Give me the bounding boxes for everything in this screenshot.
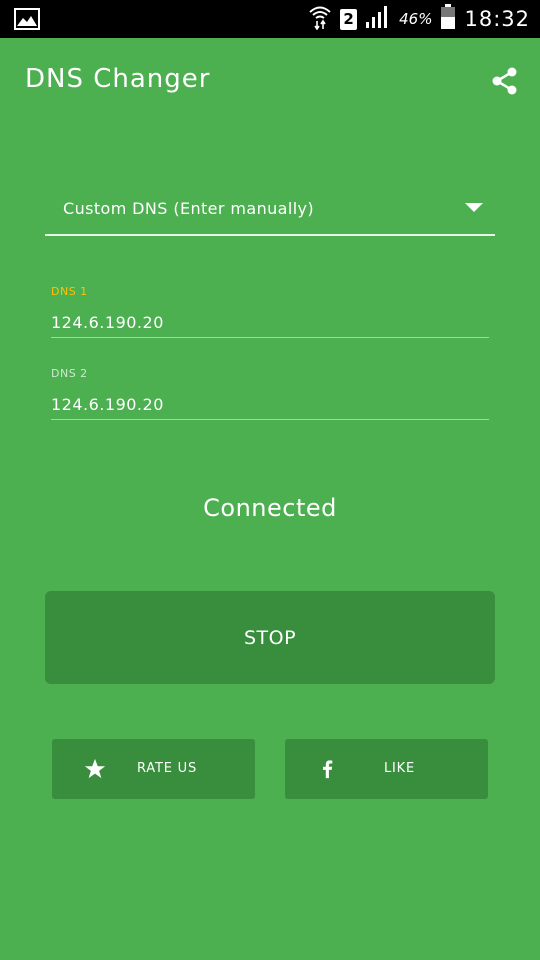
facebook-icon [322,760,333,779]
wifi-icon [308,4,332,34]
signal-strength-icon [365,5,391,33]
connection-status: Connected [203,494,337,522]
like-button[interactable]: LIKE [285,739,488,799]
like-label: LIKE [384,761,416,776]
share-icon [492,67,517,95]
status-bar: 2 46% 18:32 [0,0,540,38]
dns-provider-selected: Custom DNS (Enter manually) [63,199,315,218]
dns2-label: DNS 2 [51,367,88,380]
sim-slot-badge: 2 [340,8,358,30]
dns-provider-dropdown[interactable]: Custom DNS (Enter manually) [45,186,495,236]
dns1-field-group: DNS 1 [51,285,489,338]
clock: 18:32 [464,7,530,31]
dns2-field-group: DNS 2 [51,367,489,420]
dns1-input[interactable] [51,298,489,338]
stop-button[interactable]: STOP [45,591,495,684]
rate-us-button[interactable]: RATE US [52,739,255,799]
dns2-input[interactable] [51,380,489,420]
app-title: DNS Changer [25,64,211,94]
star-icon [84,758,106,779]
gallery-notification-icon [14,8,40,34]
rate-us-label: RATE US [137,761,198,776]
battery-percent: 46% [399,10,433,28]
share-button[interactable] [490,66,520,96]
dns1-label: DNS 1 [51,285,88,298]
battery-icon [440,4,456,34]
dropdown-arrow-icon [465,203,483,212]
